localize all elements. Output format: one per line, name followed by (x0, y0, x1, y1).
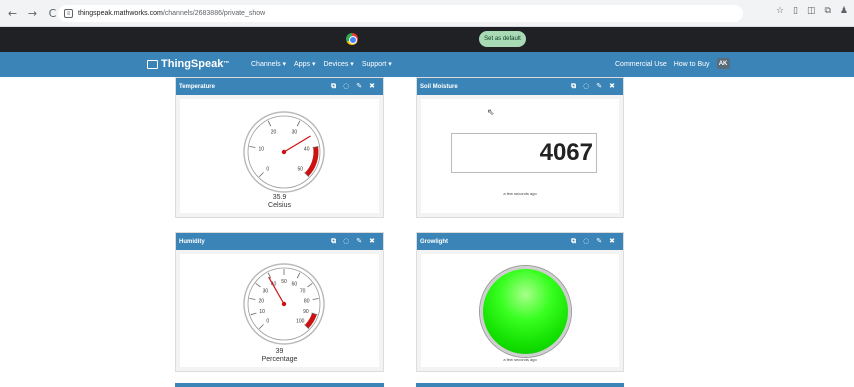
gauge-tick-label: 30 (292, 130, 298, 136)
address-bar[interactable]: ≡ thingspeak.mathworks.com /channels/268… (58, 5, 743, 22)
growlight-widget: Growlight ⧉ ◌ ✎ ✖ a few seconds ago (416, 232, 624, 372)
browser-toolbar: ← → C ≡ thingspeak.mathworks.com /channe… (0, 0, 854, 27)
numeric-value: 4067 (539, 139, 593, 166)
menu-channels[interactable]: Channels ▾ (251, 60, 286, 68)
widget-tools: ⧉ ◌ ✎ ✖ (331, 82, 375, 91)
menu-devices[interactable]: Devices ▾ (323, 60, 353, 68)
gauge-tick-label: 100 (296, 318, 305, 324)
widget-header: Growlight ⧉ ◌ ✎ ✖ (417, 233, 623, 250)
close-icon[interactable]: ✖ (609, 82, 615, 91)
gauge-tick-label: 80 (304, 298, 310, 304)
open-external-icon[interactable]: ⧉ (331, 237, 336, 246)
temperature-gauge: 0 10 20 30 40 50 (243, 111, 325, 193)
gauge-tick-label: 0 (266, 166, 269, 172)
sidebar-icon[interactable]: ◫ (807, 6, 816, 16)
trademark: ™ (223, 61, 230, 67)
gauge-tick-label: 20 (259, 298, 265, 304)
commercial-use-link[interactable]: Commercial Use (615, 61, 667, 68)
widget-title: Soil Moisture (420, 83, 458, 90)
chrome-logo-icon (346, 33, 358, 45)
gauge-unit: Percentage (261, 356, 298, 363)
gauge-needle-hub (281, 301, 287, 307)
widget-tools: ⧉ ◌ ✎ ✖ (571, 82, 615, 91)
close-icon[interactable]: ✖ (609, 237, 615, 246)
set-default-button[interactable]: Set as default (479, 31, 526, 47)
humidity-widget: Humidity ⧉ ◌ ✎ ✖ 0102030405060708090100 … (175, 232, 384, 372)
gauge-tick-label: 50 (281, 279, 287, 285)
open-external-icon[interactable]: ⧉ (571, 82, 576, 91)
edit-pencil-icon[interactable]: ✎ (596, 237, 602, 246)
navbar-right: Commercial Use How to Buy AK (615, 58, 730, 69)
mouse-cursor-icon: ⇖ (487, 108, 495, 118)
widget-header: Temperature ⧉ ◌ ✎ ✖ (176, 78, 383, 95)
gauge-tick-label: 20 (271, 130, 277, 136)
widget-header: Humidity ⧉ ◌ ✎ ✖ (176, 233, 383, 250)
menu-support[interactable]: Support ▾ (362, 60, 392, 68)
logo-text: ThingSpeak (161, 58, 224, 70)
gauge-tick-label: 0 (266, 318, 269, 324)
gauge-unit: Celsius (268, 202, 291, 209)
browser-right-icons: ☆ ▯ ◫ ⧉ ♟ (776, 6, 848, 16)
gauge-tick-label: 60 (292, 282, 298, 288)
tab-icon[interactable]: ⧉ (824, 6, 830, 16)
open-external-icon[interactable]: ⧉ (571, 237, 576, 246)
timestamp: a few seconds ago (503, 357, 537, 362)
widget-title: Temperature (179, 83, 215, 90)
bookmark-star-icon[interactable]: ☆ (776, 6, 784, 16)
gauge-value: 35.9 (272, 194, 287, 201)
gauge-tick-label: 50 (297, 166, 303, 172)
gauge-value: 39 (275, 348, 284, 355)
url-path: /channels/2683886/private_show (162, 10, 266, 17)
gauge-tick-label: 70 (300, 288, 306, 294)
edit-pencil-icon[interactable]: ✎ (356, 82, 362, 91)
temperature-widget: Temperature ⧉ ◌ ✎ ✖ 0 10 20 30 40 50 35.9 Cel… (175, 77, 384, 218)
extensions-icon[interactable]: ♟ (840, 6, 848, 16)
widget-tools: ⧉ ◌ ✎ ✖ (571, 237, 615, 246)
widget-header: Soil Moisture ⧉ ◌ ✎ ✖ (417, 78, 623, 95)
edit-pencil-icon[interactable]: ✎ (356, 237, 362, 246)
widget-body: 0 10 20 30 40 50 35.9 Celsius (180, 99, 379, 213)
timestamp: a few seconds ago (503, 191, 537, 196)
comment-icon[interactable]: ◌ (343, 82, 349, 91)
how-to-buy-link[interactable]: How to Buy (674, 61, 710, 68)
gauge-tick-label: 90 (303, 309, 309, 315)
gauge-needle-hub (281, 149, 287, 155)
thingspeak-navbar: ThingSpeak ™ Channels ▾ Apps ▾ Devices ▾ … (0, 52, 854, 77)
widget-body: 0102030405060708090100 39 Percentage (180, 254, 379, 367)
main-menu: Channels ▾ Apps ▾ Devices ▾ Support ▾ (251, 60, 392, 68)
notification-bar (0, 27, 854, 52)
url-host: thingspeak.mathworks.com (78, 10, 163, 17)
gauge-tick-label: 10 (259, 146, 265, 152)
widget-tools: ⧉ ◌ ✎ ✖ (331, 237, 375, 246)
close-icon[interactable]: ✖ (369, 82, 375, 91)
widget-title: Humidity (179, 238, 205, 245)
gauge-tick-label: 40 (304, 146, 310, 152)
comment-icon[interactable]: ◌ (343, 237, 349, 246)
site-info-icon[interactable]: ≡ (64, 9, 73, 18)
reader-icon[interactable]: ▯ (793, 6, 798, 16)
growlight-lamp-indicator (480, 266, 571, 357)
widget-title: Growlight (420, 238, 448, 245)
humidity-gauge: 0102030405060708090100 (243, 263, 325, 345)
widget-body: 4067 a few seconds ago (421, 99, 619, 213)
close-icon[interactable]: ✖ (369, 237, 375, 246)
thingspeak-logo[interactable]: ThingSpeak ™ (147, 58, 229, 70)
open-external-icon[interactable]: ⧉ (331, 82, 336, 91)
forward-arrow-icon[interactable]: → (25, 6, 40, 21)
comment-icon[interactable]: ◌ (583, 82, 589, 91)
menu-apps[interactable]: Apps ▾ (294, 60, 315, 68)
edit-pencil-icon[interactable]: ✎ (596, 82, 602, 91)
next-widget-header (175, 383, 384, 387)
gauge-tick-label: 30 (263, 288, 269, 294)
avatar[interactable]: AK (716, 58, 730, 69)
next-widget-header (416, 383, 624, 387)
widget-body: a few seconds ago (421, 254, 619, 367)
comment-icon[interactable]: ◌ (583, 237, 589, 246)
back-arrow-icon[interactable]: ← (5, 6, 20, 21)
gauge-tick-label: 10 (259, 309, 265, 315)
numeric-display: 4067 (451, 133, 597, 173)
soil-moisture-widget: Soil Moisture ⧉ ◌ ✎ ✖ 4067 a few seconds… (416, 77, 624, 218)
speech-bubble-icon (147, 59, 158, 69)
